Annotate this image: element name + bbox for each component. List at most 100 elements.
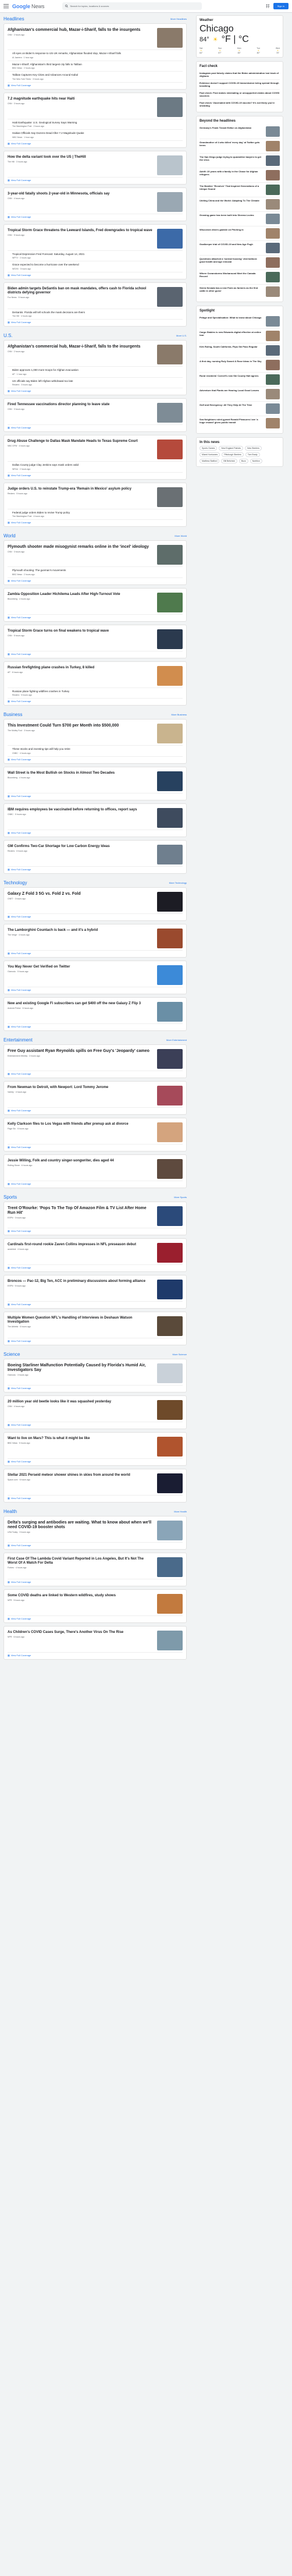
article-thumbnail[interactable] xyxy=(266,418,280,428)
headline[interactable]: Goalkeeper trial of COVID-19 and New Age… xyxy=(200,243,263,253)
article-thumbnail[interactable] xyxy=(266,331,280,341)
article-thumbnail[interactable] xyxy=(157,1399,183,1420)
full-coverage-link[interactable]: ▦ View Full Coverage xyxy=(8,1617,183,1620)
full-coverage-link[interactable]: ▦ View Full Coverage xyxy=(8,474,183,477)
topic-chip[interactable]: New Steelers xyxy=(245,446,262,451)
full-coverage-link[interactable]: ▦ View Full Coverage xyxy=(8,1460,183,1463)
headline[interactable]: 3-year-old fatally shoots 2-year-old in … xyxy=(8,192,154,196)
headline[interactable]: New and existing Google Fi subscribers c… xyxy=(8,1002,154,1006)
side-article[interactable]: Goalkeeper trial of COVID-19 and New Age… xyxy=(200,241,280,256)
headline[interactable]: Cargo Stables is new Edwards digital eff… xyxy=(200,331,263,341)
headline[interactable]: Zambia Opposition Leader Hichilema Leads… xyxy=(8,593,154,597)
headline[interactable]: Multiple Women Question NFL's Handling o… xyxy=(8,1316,154,1324)
headline[interactable]: US officials say Biden left Afghan withd… xyxy=(12,380,183,383)
full-coverage-link[interactable]: ▦ View Full Coverage xyxy=(8,215,183,218)
side-article[interactable]: The Beatles' 'Revolver' That Inspired Ge… xyxy=(200,183,280,197)
side-article[interactable]: Fact check: Post makes misleading or uns… xyxy=(200,90,280,100)
article[interactable]: First Case Of The Lambda Covid Variant R… xyxy=(8,1555,183,1579)
full-coverage-link[interactable]: ▦ View Full Coverage xyxy=(8,1581,183,1583)
headline[interactable]: Jessie Willing, Folk and country singer-… xyxy=(8,1159,154,1163)
full-coverage-link[interactable]: ▦ View Full Coverage xyxy=(8,142,183,145)
article-thumbnail[interactable] xyxy=(157,1316,183,1336)
more-link[interactable]: More Sports xyxy=(174,1196,187,1199)
headline[interactable]: Fact check: Vaccinated with COVID-19 vac… xyxy=(200,101,280,107)
headline[interactable]: IBM requires employees be vaccinated bef… xyxy=(8,808,154,812)
article[interactable]: Broncos — Pac-12, Big Ten, ACC in prelim… xyxy=(8,1278,183,1302)
side-article[interactable]: Sierra Nevada has a new Farm as farmers … xyxy=(200,285,280,299)
weather-card[interactable]: Weather Chicago 84° ☀ °F | °C Sat ☀ 84° Sun ☀ 87° M… xyxy=(196,15,283,58)
full-coverage-link[interactable]: ▦ View Full Coverage xyxy=(8,915,183,918)
sub-article[interactable]: Taliban Captures Key Cities and Advances… xyxy=(8,72,183,83)
sub-article[interactable]: Biden approves 1,000 more troops for Afg… xyxy=(8,367,183,378)
headline[interactable]: Afghanistan's commercial hub, Mazar-i-Sh… xyxy=(8,345,154,349)
search-input[interactable]: Search for topics, locations & sources xyxy=(62,2,202,10)
sub-article[interactable]: DeSantis: Florida will tell schools the … xyxy=(8,309,183,320)
headline[interactable]: Tropical Depression Fred Forecast: Satur… xyxy=(12,253,183,256)
headline[interactable]: Delta's surging and antibodies are waiti… xyxy=(8,1521,154,1530)
headline[interactable]: Sea Neighbors ruled gyrant Ronald Pleasu… xyxy=(200,418,263,428)
full-coverage-link[interactable]: ▦ View Full Coverage xyxy=(8,1229,183,1232)
article[interactable]: Some COVID deaths are linked to Western … xyxy=(8,1592,183,1616)
full-coverage-link[interactable]: ▦ View Full Coverage xyxy=(8,1072,183,1075)
full-coverage-link[interactable]: ▦ View Full Coverage xyxy=(8,1340,183,1342)
article[interactable]: How the delta variant took over the US |… xyxy=(8,154,183,178)
section-title[interactable]: Sports xyxy=(3,1195,17,1200)
section-title[interactable]: Business xyxy=(3,712,22,717)
headline[interactable]: GM Confirms Two-Car Shortage for Low Car… xyxy=(8,845,154,849)
article-thumbnail[interactable] xyxy=(157,724,183,743)
headline[interactable]: Fact check: Post makes misleading or uns… xyxy=(200,91,280,97)
article[interactable]: Wall Street is the Most Bullish on Stock… xyxy=(8,770,183,793)
topic-chip[interactable]: Pittsburgh Steelers xyxy=(222,452,244,457)
article[interactable]: Want to live on Mars? This is what it mi… xyxy=(8,1435,183,1459)
side-article[interactable]: Questions attached a 'normal housing' vi… xyxy=(200,256,280,270)
more-link[interactable]: More Science xyxy=(173,1353,187,1356)
headline[interactable]: Tropical Storm Grace threatens the Leewa… xyxy=(8,229,154,233)
article-thumbnail[interactable] xyxy=(157,1363,183,1383)
article[interactable]: Biden admin targets DeSantis ban on mask… xyxy=(8,285,183,309)
section-title[interactable]: Health xyxy=(3,1509,17,1514)
full-coverage-link[interactable]: ▦ View Full Coverage xyxy=(8,1423,183,1426)
headline[interactable]: Uniting China and the World: Adapting To… xyxy=(200,199,263,210)
topic-chip[interactable]: Bucs xyxy=(238,459,248,463)
article-thumbnail[interactable] xyxy=(266,243,280,253)
headline[interactable]: Trent O'Rourke: 'Pops To The Top Of Amaz… xyxy=(8,1206,154,1216)
full-coverage-link[interactable]: ▦ View Full Coverage xyxy=(8,1497,183,1500)
headline[interactable]: Grandmother of 4 who killed 'every day' … xyxy=(200,141,263,151)
article-thumbnail[interactable] xyxy=(157,440,183,459)
headline[interactable]: Want to live on Mars? This is what it mi… xyxy=(8,1437,154,1441)
article[interactable]: 20 million year old beetle looks like it… xyxy=(8,1398,183,1422)
more-link[interactable]: More U.S. xyxy=(176,334,187,337)
article-thumbnail[interactable] xyxy=(157,155,183,175)
article-thumbnail[interactable] xyxy=(157,665,183,686)
headline[interactable]: Fired Tennessee vaccinations director pl… xyxy=(8,403,154,407)
headline[interactable]: From Newman to Detroit, with Newport: Lo… xyxy=(8,1086,154,1090)
full-coverage-link[interactable]: ▦ View Full Coverage xyxy=(8,521,183,524)
side-article[interactable]: Wisconsin diners gamble on Pitching in xyxy=(200,226,280,241)
headline[interactable]: Instagram post falsely claims that the B… xyxy=(200,72,280,77)
side-article[interactable]: Kirk Ruling, South California, Flips Ski… xyxy=(200,343,280,358)
article-thumbnail[interactable] xyxy=(266,155,280,166)
headline[interactable]: DeSantis: Florida will tell schools the … xyxy=(12,311,183,314)
article[interactable]: Boeing Starliner Malfunction Potentially… xyxy=(8,1362,183,1386)
more-link[interactable]: More Technology xyxy=(169,881,187,884)
article-thumbnail[interactable] xyxy=(266,170,280,180)
full-coverage-link[interactable]: ▦ View Full Coverage xyxy=(8,952,183,955)
full-coverage-link[interactable]: ▦ View Full Coverage xyxy=(8,579,183,582)
headline[interactable]: Plymouth shooter made misogynist remarks… xyxy=(8,545,154,550)
article-thumbnail[interactable] xyxy=(266,272,280,282)
headline[interactable]: Wisconsin diners gamble on Pitching in xyxy=(200,228,263,239)
side-article[interactable]: Fact check: Vaccinated with COVID-19 vac… xyxy=(200,100,280,109)
article-thumbnail[interactable] xyxy=(157,286,183,307)
headline[interactable]: This Investment Could Turn $700 per Mont… xyxy=(8,724,154,728)
more-link[interactable]: More World xyxy=(175,534,187,537)
headline[interactable]: Biden approves 1,000 more troops for Afg… xyxy=(12,368,183,372)
sub-article[interactable]: Federal judge orders Biden to revive Tru… xyxy=(8,509,183,520)
headline[interactable]: 20 million year old beetle looks like it… xyxy=(8,1400,154,1404)
article-thumbnail[interactable] xyxy=(266,214,280,224)
article-thumbnail[interactable] xyxy=(157,345,183,364)
article[interactable]: Russian firefighting plane crashes in Tu… xyxy=(8,664,183,688)
section-title[interactable]: Headlines xyxy=(3,16,24,22)
sub-article[interactable]: Plymouth shooting: The gunman's movement… xyxy=(8,567,183,578)
headline[interactable]: Adventure that Plants are Hearing Local … xyxy=(200,389,263,399)
headline[interactable]: Federal judge orders Biden to revive Tru… xyxy=(12,511,183,515)
